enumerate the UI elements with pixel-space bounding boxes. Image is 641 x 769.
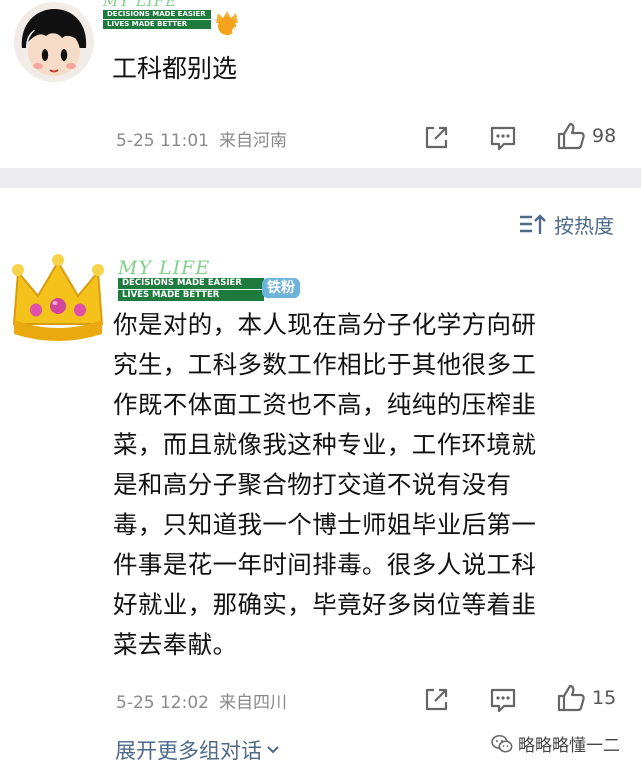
comment-text-line: 作既不体面工资也不高，纯纯的压榨韭 bbox=[113, 390, 537, 419]
tag-slogan-1: DECISIONS MADE EASIER bbox=[118, 278, 264, 289]
comment-icon bbox=[490, 688, 516, 713]
comment-button[interactable] bbox=[489, 124, 517, 152]
comment-text-line: 菜去奉献。 bbox=[113, 630, 238, 659]
comment-date: 5-25 12:02 bbox=[116, 693, 209, 713]
comment-location: 来自河南 bbox=[218, 131, 287, 151]
chevron-down-icon bbox=[267, 746, 279, 754]
comment-text-line: 究生，工科多数工作相比于其他很多工 bbox=[113, 350, 537, 379]
comment-text: 你是对的，本人现在高分子化学方向研 究生，工科多数工作相比于其他很多工 作既不体面工… bbox=[113, 305, 613, 665]
iron-fan-badge: 铁粉 bbox=[262, 278, 300, 298]
watermark-text: 略略略懂一二 bbox=[518, 736, 620, 756]
like-count: 15 bbox=[592, 687, 617, 709]
comment-item-1: MY LIFE DECISIONS MADE EASIER LIVES MADE… bbox=[0, 0, 641, 170]
user-avatar[interactable] bbox=[14, 2, 94, 82]
tag-title: MY LIFE bbox=[118, 257, 211, 279]
tag-slogan-2: LIVES MADE BETTER bbox=[118, 290, 264, 301]
expand-conversation-link[interactable]: 展开更多组对话 bbox=[115, 735, 280, 765]
share-icon bbox=[425, 688, 448, 711]
comment-text-line: 好就业，那确实，毕竟好多岗位等着韭 bbox=[113, 590, 537, 619]
user-tag[interactable]: MY LIFE DECISIONS MADE EASIER LIVES MADE… bbox=[103, 0, 211, 29]
tag-title: MY LIFE bbox=[103, 0, 178, 10]
comment-icon bbox=[490, 126, 516, 151]
sort-icon bbox=[520, 213, 546, 234]
comment-text-line: 件事是花一年时间排毒。很多人说工科 bbox=[113, 550, 537, 579]
comment-location: 来自四川 bbox=[218, 693, 287, 713]
share-button[interactable] bbox=[422, 686, 450, 714]
like-icon bbox=[557, 122, 585, 150]
comment-meta: 5-25 12:02 来自四川 bbox=[116, 688, 287, 713]
like-button[interactable]: 98 bbox=[556, 121, 616, 151]
watermark: 略略略懂一二 bbox=[491, 731, 620, 756]
comment-text: 工科都别选 bbox=[112, 54, 238, 83]
crown-avatar-icon bbox=[12, 254, 104, 341]
section-divider bbox=[0, 168, 641, 188]
comment-button[interactable] bbox=[489, 686, 517, 714]
comment-date: 5-25 11:01 bbox=[116, 131, 209, 151]
user-avatar[interactable] bbox=[8, 250, 108, 342]
comment-text-line: 菜，而且就像我这种专业，工作环境就 bbox=[113, 430, 537, 459]
comment-text-line: 你是对的，本人现在高分子化学方向研 bbox=[113, 310, 537, 339]
tag-slogan-2: LIVES MADE BETTER bbox=[103, 20, 211, 29]
level-badge-icon: 6 bbox=[216, 11, 240, 37]
sort-by-hot-button[interactable]: 按热度 bbox=[518, 210, 614, 239]
expand-label: 展开更多组对话 bbox=[115, 739, 262, 763]
comment-meta: 5-25 11:01 来自河南 bbox=[116, 126, 287, 151]
user-tag[interactable]: MY LIFE DECISIONS MADE EASIER LIVES MADE… bbox=[118, 259, 264, 301]
svg-text:6: 6 bbox=[232, 25, 240, 37]
cartoon-girl-avatar-icon bbox=[21, 8, 87, 76]
sort-label: 按热度 bbox=[554, 214, 614, 238]
like-icon bbox=[557, 684, 585, 712]
wechat-icon bbox=[491, 734, 513, 752]
like-count: 98 bbox=[592, 125, 617, 147]
comment-text-line: 是和高分子聚合物打交道不说有没有 bbox=[113, 470, 512, 499]
comment-text-line: 毒，只知道我一个博士师姐毕业后第一 bbox=[113, 510, 537, 539]
like-button[interactable]: 15 bbox=[556, 683, 616, 713]
tag-slogan-1: DECISIONS MADE EASIER bbox=[103, 10, 211, 19]
share-button[interactable] bbox=[422, 124, 450, 152]
share-icon bbox=[425, 126, 448, 149]
